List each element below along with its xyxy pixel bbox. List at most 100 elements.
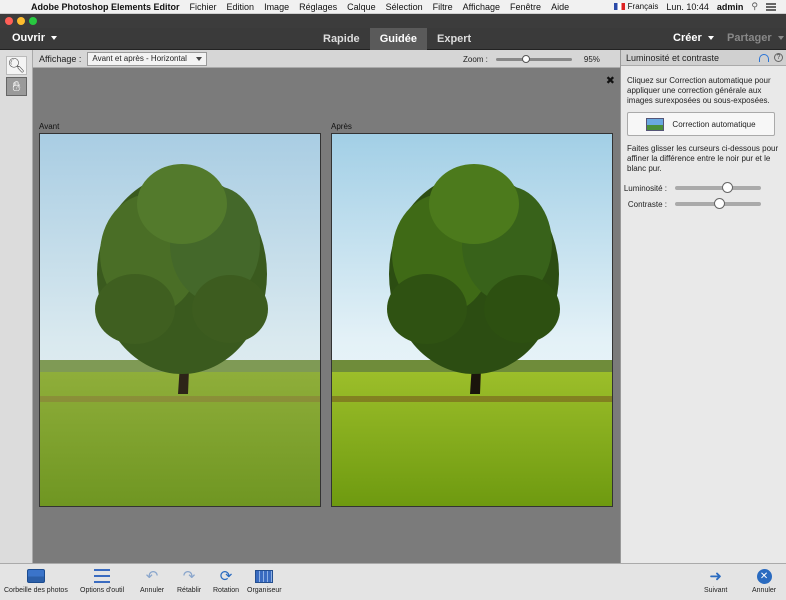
menu-item-reglages[interactable]: Réglages xyxy=(299,2,337,12)
brightness-slider-handle[interactable] xyxy=(721,182,733,193)
menu-item-image[interactable]: Image xyxy=(264,2,289,12)
auto-correction-label: Correction automatique xyxy=(672,119,756,129)
redo-label: Rétablir xyxy=(177,587,202,594)
tab-expert[interactable]: Expert xyxy=(427,28,481,50)
before-photo[interactable] xyxy=(39,133,321,507)
before-label: Avant xyxy=(39,122,60,131)
rotate-icon: ⟳ xyxy=(219,568,233,585)
zoom-slider[interactable] xyxy=(495,54,572,63)
language-label: Français xyxy=(627,2,659,11)
clock[interactable]: Lun. 10:44 xyxy=(666,2,709,12)
menu-item-fichier[interactable]: Fichier xyxy=(190,2,217,12)
photo-bin-label: Corbeille des photos xyxy=(4,587,68,594)
options-bar: Affichage : Avant et après - Horizontal … xyxy=(33,50,620,68)
input-language[interactable]: Français xyxy=(613,2,659,11)
view-mode-select[interactable]: Avant et après - Horizontal xyxy=(87,51,208,66)
panel-title: Luminosité et contraste xyxy=(626,52,720,63)
zoom-tool-button[interactable]: 🔍︎ xyxy=(6,56,27,75)
redo-button[interactable]: ↷ Rétablir xyxy=(177,567,201,594)
undo-button[interactable]: ↶ Annuler xyxy=(140,567,164,594)
minimize-window-button[interactable] xyxy=(17,17,25,25)
menu-item-filtre[interactable]: Filtre xyxy=(433,2,453,12)
help-icon[interactable]: ? xyxy=(774,53,783,62)
french-flag-icon xyxy=(613,3,625,10)
open-label: Ouvrir xyxy=(12,32,46,44)
tree-photo-before xyxy=(40,134,320,506)
chevron-down-icon xyxy=(707,36,714,41)
menu-item-selection[interactable]: Sélection xyxy=(386,2,423,12)
auto-correction-description: Cliquez sur Correction automatique pour … xyxy=(627,76,771,105)
zoom-control: Zoom : 95% xyxy=(463,50,600,68)
tool-options-label: Options d'outil xyxy=(80,587,125,594)
menu-item-affichage[interactable]: Affichage xyxy=(463,2,500,12)
magnifier-icon: 🔍︎ xyxy=(7,57,26,73)
slider-description: Faites glisser les curseurs ci-dessous p… xyxy=(627,144,779,173)
mode-bar: Ouvrir Rapide Guidée Expert Créer Partag… xyxy=(0,28,786,50)
view-mode-value: Avant et après - Horizontal xyxy=(92,54,187,63)
open-menu-button[interactable]: Ouvrir xyxy=(12,32,58,44)
menu-item-fenetre[interactable]: Fenêtre xyxy=(510,2,541,12)
menu-bar: Adobe Photoshop Elements Editor Fichier … xyxy=(0,0,786,14)
landscape-image-icon xyxy=(646,117,665,131)
contrast-slider-handle[interactable] xyxy=(714,198,725,209)
photo-bin-button[interactable]: Corbeille des photos xyxy=(4,567,68,594)
brightness-slider[interactable] xyxy=(675,182,761,193)
tree-photo-after xyxy=(332,134,612,506)
contrast-row: Contraste : xyxy=(621,196,786,212)
reset-icon[interactable] xyxy=(759,53,769,62)
photo-bin-icon xyxy=(26,569,45,583)
cancel-label: Annuler xyxy=(752,587,777,594)
apple-icon[interactable] xyxy=(11,2,21,12)
menu-app-name[interactable]: Adobe Photoshop Elements Editor xyxy=(31,2,180,12)
rotate-label: Rotation xyxy=(213,587,240,594)
user-name[interactable]: admin xyxy=(717,2,744,12)
chevron-down-icon xyxy=(777,36,784,41)
mode-tabs: Rapide Guidée Expert xyxy=(313,28,481,50)
tab-rapide[interactable]: Rapide xyxy=(313,28,370,50)
zoom-value[interactable]: 95% xyxy=(584,55,600,64)
menu-item-edition[interactable]: Edition xyxy=(227,2,255,12)
contrast-label: Contraste : xyxy=(627,199,667,209)
zoom-slider-handle[interactable] xyxy=(521,54,530,63)
hand-icon: ✋︎ xyxy=(12,78,21,94)
zoom-label: Zoom : xyxy=(463,54,488,64)
menu-item-calque[interactable]: Calque xyxy=(347,2,376,12)
menu-item-aide[interactable]: Aide xyxy=(551,2,569,12)
create-label: Créer xyxy=(673,32,702,44)
contrast-slider[interactable] xyxy=(675,198,761,209)
after-label: Après xyxy=(331,122,352,131)
tab-guidee[interactable]: Guidée xyxy=(369,28,427,50)
close-window-button[interactable] xyxy=(5,17,13,25)
chevron-down-icon xyxy=(196,56,203,61)
hand-tool-button[interactable]: ✋︎ xyxy=(6,77,27,96)
next-label: Suivant xyxy=(704,587,728,594)
panel-header: Luminosité et contraste ? xyxy=(621,50,786,66)
share-label: Partager xyxy=(727,32,772,44)
tool-options-icon xyxy=(94,569,111,583)
adjustment-panel: Luminosité et contraste ? Cliquez sur Co… xyxy=(620,50,786,563)
brightness-row: Luminosité : xyxy=(621,180,786,196)
rotate-button[interactable]: ⟳ Rotation xyxy=(213,567,239,594)
next-button[interactable]: ➜ Suivant xyxy=(704,567,727,594)
share-menu-button[interactable]: Partager xyxy=(727,32,784,44)
zoom-window-button[interactable] xyxy=(29,17,37,25)
chevron-down-icon xyxy=(51,36,58,41)
tool-options-button[interactable]: Options d'outil xyxy=(80,567,124,594)
image-workspace: ✖ Avant Après xyxy=(33,68,620,563)
bottom-bar: Corbeille des photos Options d'outil ↶ A… xyxy=(0,563,786,600)
organizer-button[interactable]: Organiseur xyxy=(247,567,282,594)
create-menu-button[interactable]: Créer xyxy=(673,32,714,44)
redo-icon: ↷ xyxy=(182,568,196,585)
tool-strip: 🔍︎ ✋︎ xyxy=(0,50,33,563)
cancel-button[interactable]: ✕ Annuler xyxy=(752,567,776,594)
notification-list-icon[interactable] xyxy=(766,2,776,11)
auto-correction-button[interactable]: Correction automatique xyxy=(627,112,775,136)
cancel-icon: ✕ xyxy=(756,568,772,584)
window-titlebar xyxy=(0,14,786,28)
spotlight-search-icon[interactable]: ⚲ xyxy=(751,1,758,12)
view-label: Affichage : xyxy=(39,53,82,64)
close-icon[interactable]: ✖ xyxy=(606,74,615,87)
brightness-label: Luminosité : xyxy=(623,183,667,193)
after-photo[interactable] xyxy=(331,133,613,507)
arrow-right-icon: ➜ xyxy=(709,568,722,585)
